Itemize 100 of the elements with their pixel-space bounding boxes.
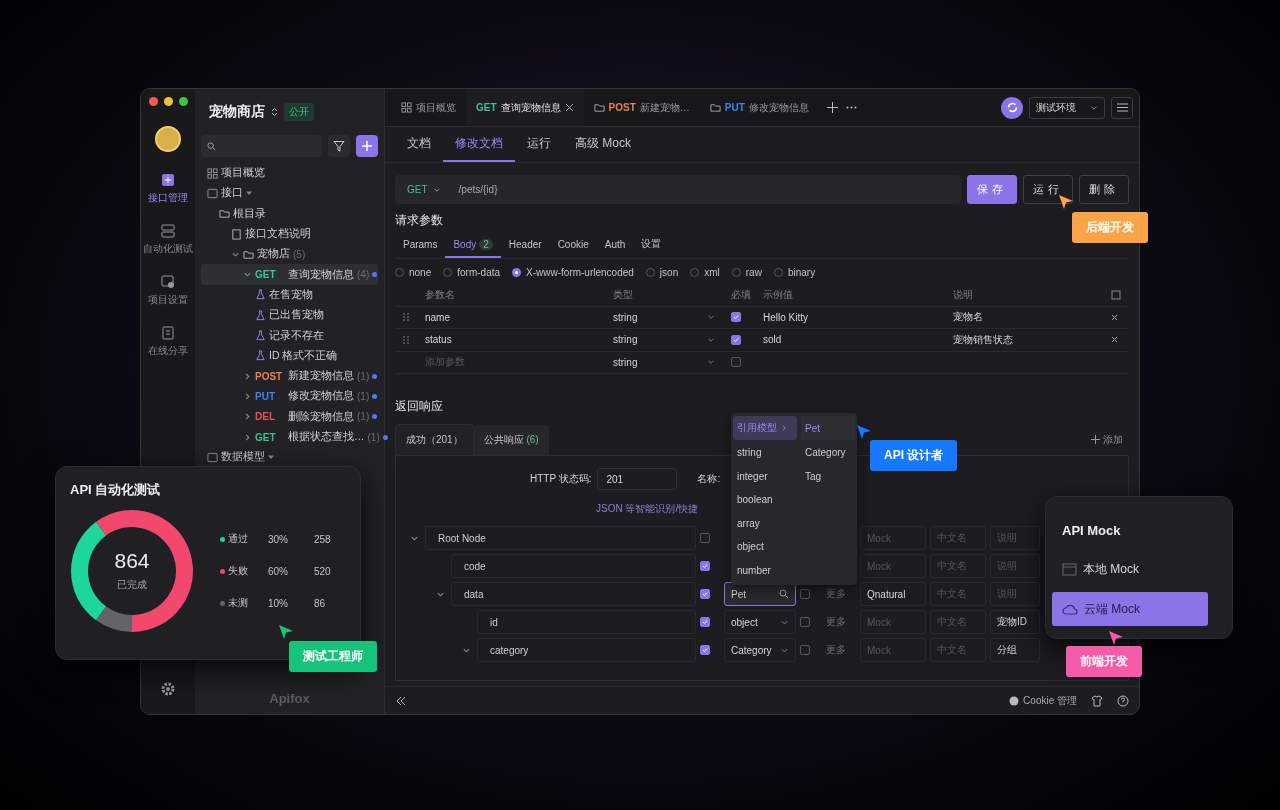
field-name-input[interactable]: code [451, 554, 696, 578]
table-cell[interactable]: name [417, 306, 605, 329]
menu-item[interactable]: Tag [799, 464, 857, 488]
menu-item[interactable]: 引用模型 [733, 416, 797, 440]
tab[interactable]: 成功（201） [395, 424, 474, 455]
required-checkbox[interactable] [700, 645, 710, 655]
chevron-right-icon[interactable] [243, 432, 252, 442]
chevron-right-icon[interactable] [243, 371, 252, 381]
tab[interactable]: 设置 [633, 234, 670, 258]
environment-select[interactable]: 测试环境 [1029, 96, 1105, 119]
cookie-button[interactable]: Cookie 管理 [1009, 693, 1077, 708]
mock-option[interactable]: 云端 Mock [1052, 592, 1208, 626]
edit-icon[interactable] [1111, 289, 1121, 300]
close-button[interactable] [148, 97, 158, 106]
description-input[interactable]: 宠物ID [990, 610, 1040, 634]
menu-item[interactable]: object [731, 535, 799, 559]
required-checkbox[interactable] [700, 561, 710, 571]
nav-item[interactable]: 接口管理 [148, 172, 188, 205]
tree-item[interactable]: 项目概览 [201, 163, 378, 184]
tree-item[interactable]: ID 格式不正确 [201, 345, 378, 366]
tab[interactable]: 运行 [515, 127, 563, 162]
tab[interactable]: Auth [596, 234, 634, 258]
table-cell[interactable]: sold [755, 329, 945, 352]
table-cell[interactable]: Hello Kitty [755, 306, 945, 329]
field-name-input[interactable]: data [451, 582, 696, 606]
tree-item[interactable]: GET 根据状态查找… (1) [201, 426, 378, 448]
table-cell[interactable]: status [417, 329, 605, 352]
menu-item[interactable]: string [731, 441, 799, 465]
tree-item[interactable]: 宠物店 (5) [201, 244, 378, 265]
add-button[interactable] [356, 135, 378, 157]
mock-input[interactable]: Qnatural [860, 582, 926, 606]
action-button[interactable]: 删除 [1079, 175, 1129, 204]
tab[interactable]: PUT 修改宠物信息 [699, 89, 819, 126]
status-code-input[interactable]: 201 [597, 468, 678, 490]
tab[interactable]: Body 2 [445, 234, 501, 258]
hint-link[interactable]: JSON 等智能识别/快捷 [596, 502, 699, 516]
tree-item[interactable]: 已出售宠物 [201, 305, 378, 326]
mock-option[interactable]: 本地 Mock [1052, 552, 1208, 586]
tab[interactable]: 公共响应 (6) [473, 424, 549, 455]
method-select[interactable]: GET [407, 184, 441, 195]
filter-button[interactable] [328, 135, 350, 157]
close-icon[interactable] [1111, 336, 1118, 344]
tab[interactable]: 项目概览 [391, 89, 466, 126]
type-select[interactable]: object [724, 610, 796, 634]
type-select[interactable]: string [605, 351, 723, 374]
updown-icon[interactable] [271, 107, 278, 117]
tab[interactable]: Params [395, 234, 446, 258]
tab[interactable]: Cookie [549, 234, 597, 258]
radio-option[interactable]: xml [690, 267, 720, 278]
radio-option[interactable]: X-www-form-urlencoded [512, 267, 634, 278]
tab[interactable]: Header [500, 234, 550, 258]
close-icon[interactable] [1111, 313, 1118, 321]
minimize-button[interactable] [163, 97, 173, 106]
close-icon[interactable] [564, 103, 574, 112]
menu-button[interactable] [1111, 96, 1133, 119]
required-checkbox[interactable] [731, 312, 741, 323]
radio-option[interactable]: json [645, 267, 679, 278]
caret-down-icon[interactable] [246, 190, 252, 197]
chevron-down-icon[interactable] [243, 270, 252, 280]
tree-item[interactable]: 在售宠物 [201, 284, 378, 306]
tab[interactable]: GET 查询宠物信息 [466, 89, 584, 126]
sync-button[interactable] [1001, 96, 1023, 119]
tab[interactable]: POST 新建宠物… [583, 89, 700, 126]
radio-option[interactable]: form-data [443, 267, 501, 278]
tab[interactable]: 高级 Mock [563, 127, 643, 162]
field-name-input[interactable]: id [477, 610, 696, 634]
more-checkbox[interactable] [800, 645, 810, 655]
nav-item[interactable]: 在线分享 [148, 325, 188, 358]
caret-down-icon[interactable] [268, 454, 274, 461]
project-name[interactable]: 宠物商店 [209, 103, 265, 121]
menu-item[interactable]: Pet [801, 416, 855, 440]
required-checkbox[interactable] [731, 357, 741, 368]
help-icon[interactable] [1117, 694, 1129, 707]
field-name-input[interactable]: category [477, 638, 696, 662]
shirt-icon[interactable] [1091, 694, 1103, 707]
maximize-button[interactable] [178, 97, 188, 106]
type-select[interactable]: string [605, 329, 723, 352]
more-checkbox[interactable] [800, 589, 810, 599]
type-select[interactable]: string [605, 306, 723, 329]
menu-item[interactable]: integer [731, 464, 799, 488]
nav-item[interactable]: 项目设置 [148, 274, 188, 307]
tree-item[interactable]: 数据模型 [201, 447, 378, 468]
tree-item[interactable]: DEL 删除宠物信息 (1) [201, 406, 378, 427]
radio-option[interactable]: raw [731, 267, 762, 278]
required-checkbox[interactable] [700, 617, 710, 627]
menu-item[interactable]: Category [799, 441, 857, 465]
plus-icon[interactable] [826, 102, 838, 113]
required-checkbox[interactable] [700, 589, 710, 599]
drag-handle-icon[interactable] [403, 313, 409, 322]
table-cell[interactable]: 宠物名 [945, 306, 1103, 329]
collapse-icon[interactable] [395, 694, 407, 707]
tree-item[interactable]: POST 新建宠物信息 (1) [201, 365, 378, 387]
add-button[interactable]: 添加 [1085, 431, 1129, 448]
tree-item[interactable]: GET 查询宠物信息 (4) [201, 264, 378, 285]
action-button[interactable]: 运行 [1023, 175, 1073, 204]
settings-icon[interactable] [161, 682, 175, 696]
field-name-input[interactable]: Root Node [425, 526, 696, 550]
drag-handle-icon[interactable] [403, 335, 409, 344]
tree-item[interactable]: PUT 修改宠物信息 (1) [201, 386, 378, 407]
chevron-right-icon[interactable] [243, 412, 252, 422]
